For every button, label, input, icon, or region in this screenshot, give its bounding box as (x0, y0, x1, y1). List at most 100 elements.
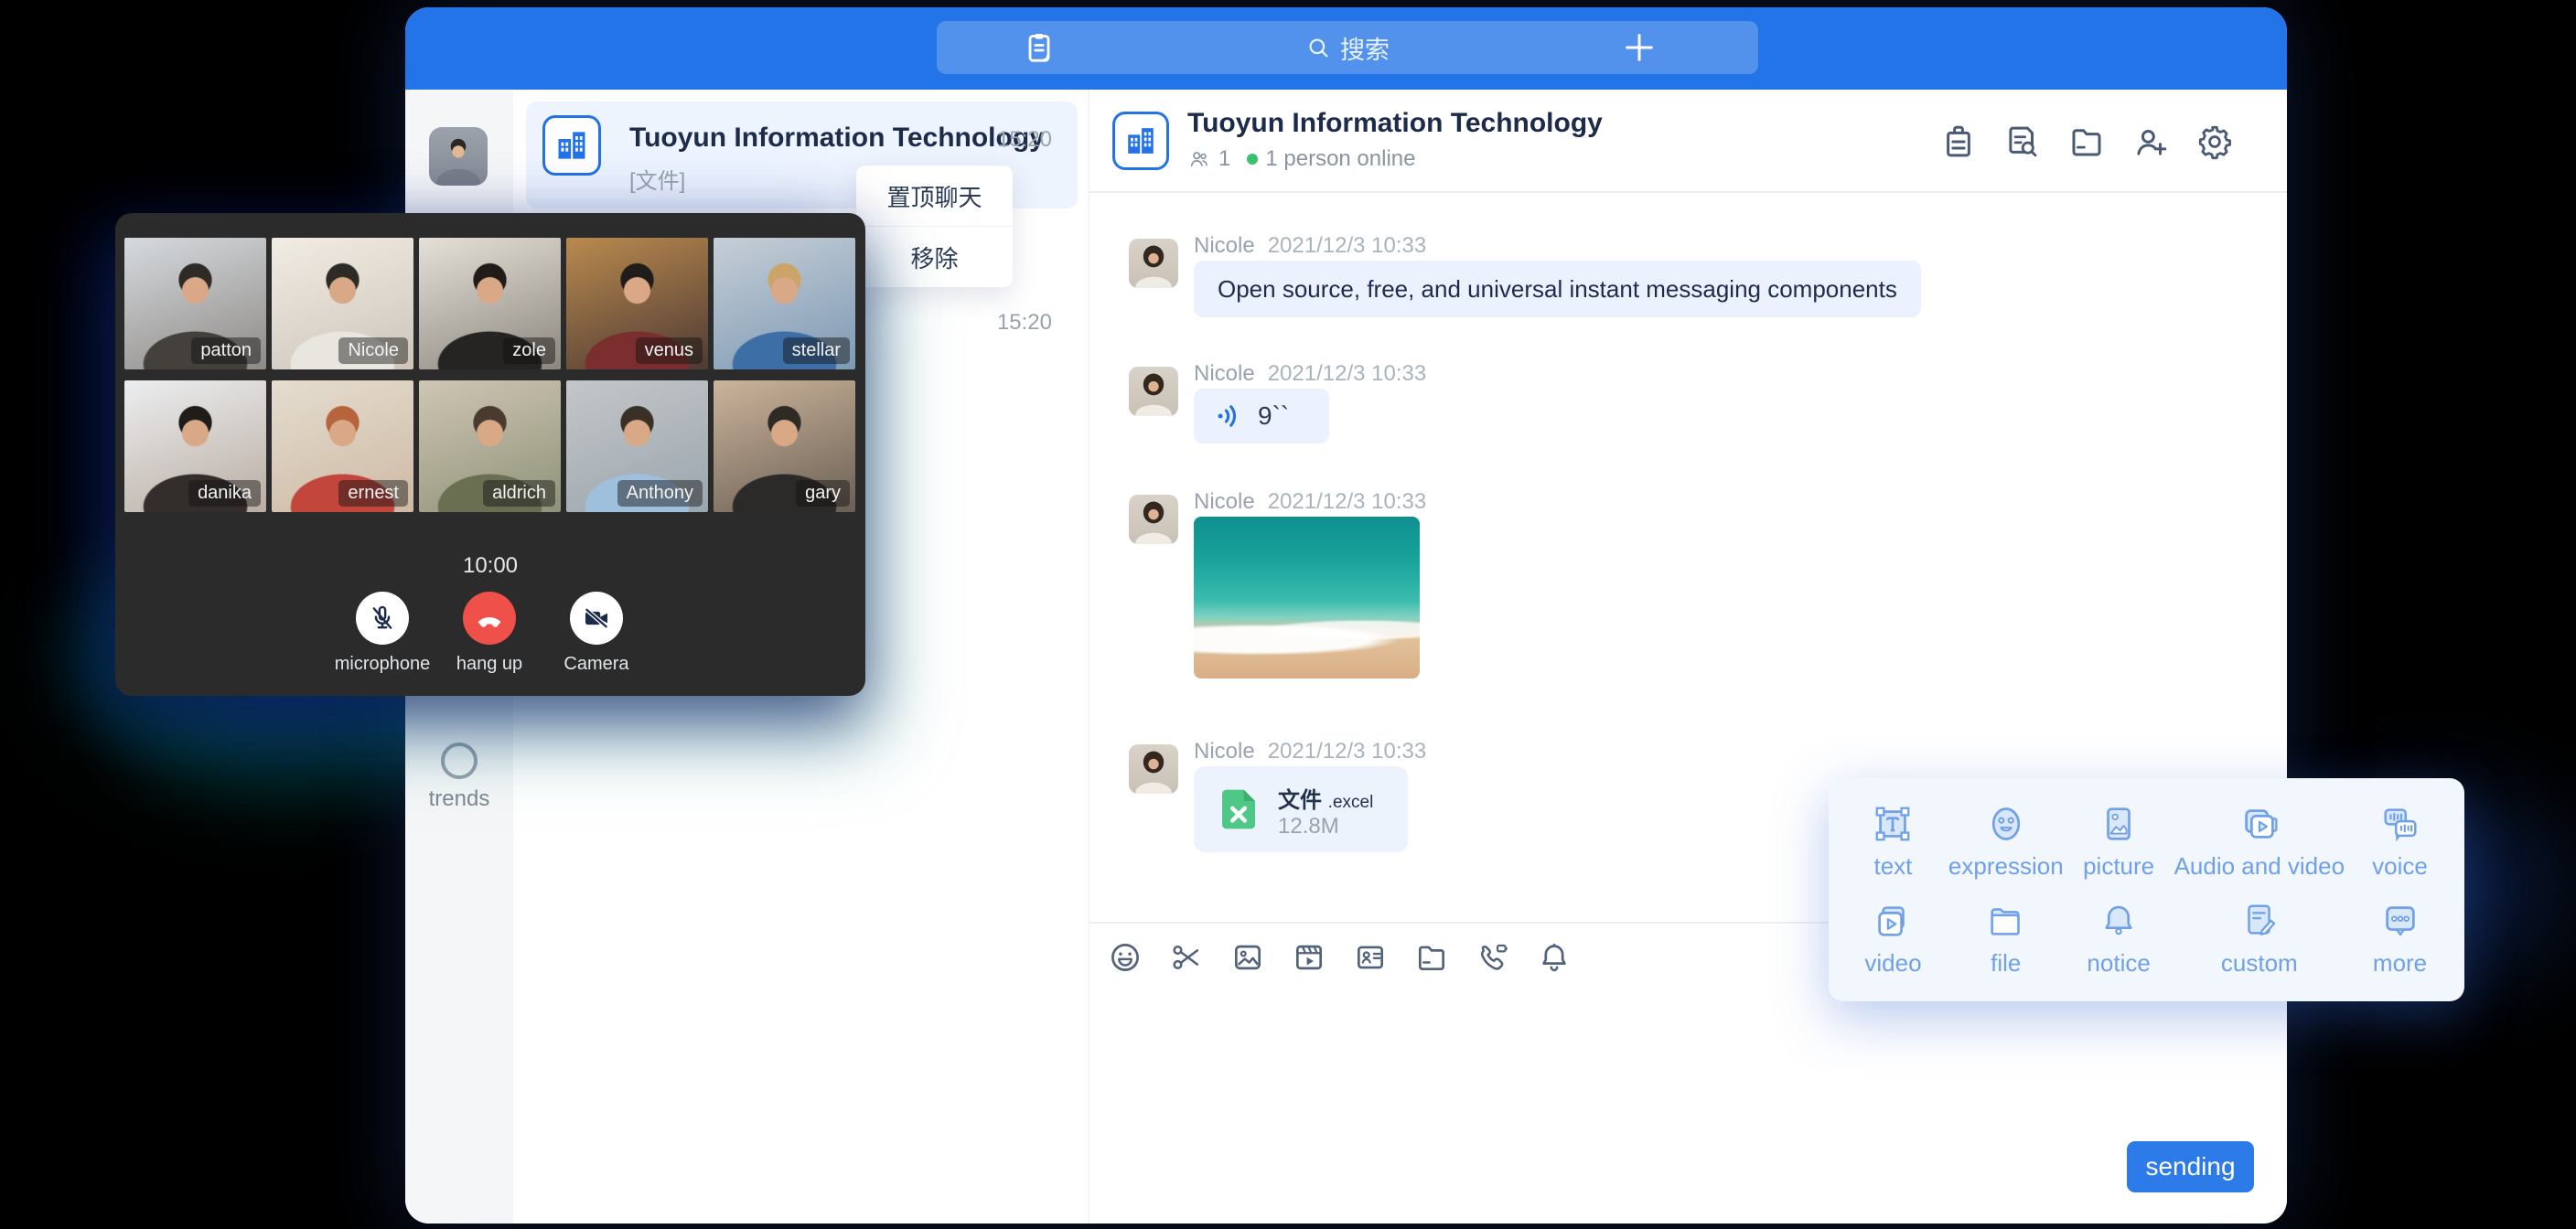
nav-item-trends[interactable]: trends (405, 743, 513, 812)
voice-message-bubble[interactable]: 9`` (1194, 389, 1329, 444)
video-play-icon (1872, 900, 1914, 942)
microphone-muted-icon (367, 603, 398, 634)
search-placeholder: 搜索 (1340, 30, 1390, 66)
participant-name: Nicole (338, 337, 408, 364)
online-dot (1247, 154, 1258, 165)
panel-item-label: picture (2083, 852, 2154, 881)
file-message-card[interactable]: 文件 .excel 12.8M (1194, 766, 1408, 852)
video-icon[interactable] (1292, 940, 1326, 975)
participant-tile[interactable]: venus (566, 238, 708, 369)
message-type-panel: text expression picture Audio and video … (1829, 778, 2464, 1001)
panel-item-video[interactable]: video (1838, 890, 1948, 987)
notice-bell-icon (2098, 900, 2140, 942)
sender-avatar[interactable] (1129, 367, 1178, 416)
audio-video-icon (2238, 803, 2281, 845)
video-call-icon[interactable] (1476, 940, 1510, 975)
building-icon (553, 127, 590, 164)
participant-tile[interactable]: zole (419, 238, 561, 369)
message-time: 2021/12/3 10:33 (1268, 361, 1427, 387)
chat-title: Tuoyun Information Technology (1187, 108, 1603, 139)
participant-tile[interactable]: patton (124, 238, 266, 369)
folder-icon (1985, 900, 2027, 942)
participant-tile[interactable]: aldrich (419, 380, 561, 512)
text-message-bubble[interactable]: Open source, free, and universal instant… (1194, 261, 1921, 317)
conversation-title: Tuoyun Information Technology (629, 123, 1014, 154)
group-avatar (1112, 112, 1169, 170)
app-top-bar: 搜索 (405, 7, 2287, 90)
panel-item-label: Audio and video (2174, 852, 2345, 881)
file-size: 12.8M (1278, 814, 1339, 839)
notification-bell-icon[interactable] (1537, 940, 1572, 975)
hang-up-button[interactable] (463, 592, 516, 645)
panel-item-label: video (1864, 949, 1921, 978)
chat-header: Tuoyun Information Technology 1 1 person… (1089, 90, 2287, 193)
camera-label: Camera (523, 654, 670, 675)
participant-name: aldrich (483, 480, 555, 507)
group-avatar (542, 115, 601, 176)
group-notice-icon[interactable] (1939, 123, 1978, 161)
camera-toggle-button[interactable] (570, 592, 623, 645)
participant-name: danika (188, 480, 261, 507)
expression-icon (1985, 803, 2027, 845)
panel-item-label: file (1991, 949, 2021, 978)
voice-wave-icon (1214, 401, 1245, 432)
chat-subtitle: 1 1 person online (1187, 146, 1415, 172)
add-icon[interactable] (1621, 29, 1658, 66)
add-member-icon[interactable] (2131, 123, 2170, 161)
message-time: 2021/12/3 10:33 (1268, 489, 1427, 515)
participant-tile[interactable]: stellar (714, 238, 855, 369)
chat-history-search-icon[interactable] (2003, 123, 2042, 161)
text-icon (1872, 803, 1914, 845)
participant-tile[interactable]: danika (124, 380, 266, 512)
member-count: 1 (1218, 146, 1230, 172)
panel-item-more[interactable]: more (2345, 890, 2455, 987)
voice-duration: 9`` (1258, 401, 1289, 431)
emoji-icon[interactable] (1108, 940, 1143, 975)
panel-item-label: notice (2087, 949, 2150, 978)
message-time: 2021/12/3 10:33 (1268, 739, 1427, 764)
conversation-preview: [文件] (629, 163, 685, 195)
building-icon (1123, 123, 1158, 158)
image-message-thumbnail[interactable] (1194, 517, 1420, 679)
panel-item-expression[interactable]: expression (1948, 793, 2064, 890)
trends-icon (441, 743, 478, 779)
menu-item-pin-chat[interactable]: 置顶聊天 (856, 166, 1013, 226)
participant-tile[interactable]: Anthony (566, 380, 708, 512)
sender-avatar[interactable] (1129, 495, 1178, 544)
panel-item-custom[interactable]: custom (2174, 890, 2345, 987)
sender-name: Nicole (1194, 739, 1255, 764)
settings-gear-icon[interactable] (2195, 123, 2234, 161)
members-icon (1187, 147, 1211, 171)
panel-item-file[interactable]: file (1948, 890, 2064, 987)
microphone-mute-button[interactable] (356, 592, 409, 645)
panel-item-voice[interactable]: voice (2345, 793, 2455, 890)
group-files-icon[interactable] (2067, 123, 2106, 161)
sender-name: Nicole (1194, 233, 1255, 259)
panel-item-label: expression (1948, 852, 2064, 881)
panel-item-text[interactable]: text (1838, 793, 1948, 890)
screenshot-scissors-icon[interactable] (1169, 940, 1204, 975)
participant-tile[interactable]: Nicole (272, 238, 413, 369)
file-icon[interactable] (1414, 940, 1449, 975)
message-toolbar (1108, 940, 1572, 975)
participant-tile[interactable]: ernest (272, 380, 413, 512)
menu-item-remove[interactable]: 移除 (856, 227, 1013, 287)
panel-item-picture[interactable]: picture (2064, 793, 2174, 890)
panel-item-notice[interactable]: notice (2064, 890, 2174, 987)
sender-avatar[interactable] (1129, 239, 1178, 288)
panel-item-label: custom (2221, 949, 2298, 978)
participant-name: patton (191, 337, 261, 364)
participant-tile[interactable]: gary (714, 380, 855, 512)
search-icon (1305, 35, 1331, 60)
user-avatar[interactable] (429, 127, 488, 186)
camera-muted-icon (581, 603, 612, 634)
file-extension: .excel (1328, 793, 1374, 812)
sender-avatar[interactable] (1129, 744, 1178, 794)
contact-card-icon[interactable] (1353, 940, 1388, 975)
panel-item-label: text (1874, 852, 1913, 881)
send-button[interactable]: sending (2127, 1141, 2254, 1192)
panel-item-label: more (2373, 949, 2427, 978)
panel-item-audio-video[interactable]: Audio and video (2174, 793, 2345, 890)
image-icon[interactable] (1230, 940, 1265, 975)
search-bar[interactable]: 搜索 (937, 21, 1758, 74)
